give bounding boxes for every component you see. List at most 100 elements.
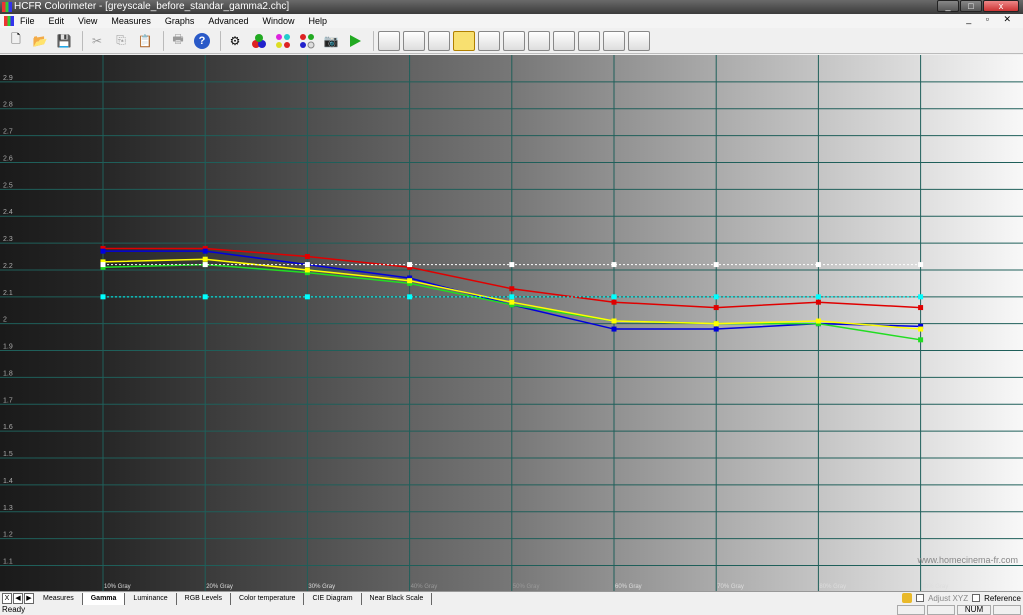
y-tick-label: 1.8 — [3, 370, 13, 377]
series-blue-point — [713, 326, 719, 332]
pattern-dots-icon[interactable] — [297, 31, 317, 51]
menu-advanced[interactable]: Advanced — [208, 16, 248, 26]
series-white-point — [202, 262, 208, 268]
document-icon[interactable] — [4, 16, 14, 26]
series-yellow-point — [202, 256, 208, 262]
tab-bar: X ◀ ▶ Measures Gamma Luminance RGB Level… — [0, 591, 1023, 605]
status-num: NUM — [957, 605, 991, 615]
series-cyan-point — [202, 294, 208, 300]
sensor-icon[interactable]: ⚙ — [225, 31, 245, 51]
tab-color-temperature[interactable]: Color temperature — [231, 592, 305, 605]
graph-saturation-icon[interactable] — [578, 30, 600, 51]
open-folder-icon[interactable]: 📂 — [30, 31, 50, 51]
y-tick-label: 2 — [3, 317, 7, 324]
paste-icon[interactable]: 📋 — [135, 31, 155, 51]
series-cyan-point — [918, 294, 924, 300]
tab-next-button[interactable]: ▶ — [24, 593, 34, 604]
series-red-point — [713, 305, 719, 311]
reference-checkbox[interactable] — [972, 594, 981, 602]
tab-measures[interactable]: Measures — [35, 592, 83, 605]
tab-luminance[interactable]: Luminance — [125, 592, 177, 605]
series-yellow-point — [611, 318, 617, 324]
y-tick-label: 1.6 — [3, 424, 13, 431]
tab-prev-button[interactable]: ◀ — [13, 593, 23, 604]
series-cyan-point — [611, 294, 617, 300]
series-red-point — [918, 305, 924, 311]
graph-temperature-icon[interactable] — [478, 30, 500, 51]
y-tick-label: 1.7 — [3, 397, 13, 404]
status-pane — [927, 605, 955, 615]
run-icon[interactable] — [345, 31, 365, 51]
series-white-point — [304, 262, 310, 268]
toolbar-separator — [373, 30, 374, 51]
title-bar: HCFR Colorimeter - [greyscale_before_sta… — [0, 0, 1023, 14]
graph-overview-icon[interactable] — [628, 30, 650, 51]
graph-near-black-icon[interactable] — [528, 30, 550, 51]
menu-edit[interactable]: Edit — [49, 16, 65, 26]
series-blue-point — [100, 248, 106, 254]
status-pane — [897, 605, 925, 615]
series-white-point — [918, 262, 924, 268]
series-yellow-point — [713, 321, 719, 327]
tab-gamma[interactable]: Gamma — [82, 592, 126, 605]
close-button[interactable]: x — [983, 0, 1019, 12]
gamma-graph: 1.1 1.2 1.3 1.4 1.5 1.6 1.7 1.8 1.9 2 2.1 2.2 2.3 2.4… — [0, 55, 1023, 591]
graph-measures-icon[interactable] — [603, 30, 625, 51]
graph-near-white-icon[interactable] — [553, 30, 575, 51]
menu-file[interactable]: File — [20, 16, 35, 26]
camera-icon[interactable]: 📷 — [321, 31, 341, 51]
y-tick-label: 2.5 — [3, 182, 13, 189]
graph-cie-icon[interactable] — [503, 30, 525, 51]
series-green-point — [918, 337, 924, 343]
minimize-button[interactable]: _ — [937, 0, 959, 12]
gamma-chart: 1.1 1.2 1.3 1.4 1.5 1.6 1.7 1.8 1.9 2 2.1 2.2 2.3 2.4… — [0, 55, 1023, 591]
rgb-dots-icon[interactable] — [249, 31, 269, 51]
color-dots-icon[interactable] — [273, 31, 293, 51]
x-tick-label: 50% Gray — [513, 584, 540, 590]
tab-rgb-levels[interactable]: RGB Levels — [177, 592, 232, 605]
series-white-point — [100, 262, 106, 268]
graph-gamma-icon[interactable] — [403, 30, 425, 51]
print-icon[interactable]: 🖶 — [168, 31, 188, 51]
series-blue-point — [202, 248, 208, 254]
menu-bar: File Edit View Measures Graphs Advanced … — [0, 14, 1023, 28]
save-icon[interactable]: 💾 — [54, 31, 74, 51]
menu-window[interactable]: Window — [262, 16, 294, 26]
app-icon — [2, 2, 12, 12]
adjust-xyz-checkbox[interactable] — [916, 594, 925, 602]
x-tick-label: 70% Gray — [717, 584, 744, 590]
graph-luminance-icon[interactable] — [378, 30, 400, 51]
menu-view[interactable]: View — [78, 16, 97, 26]
tab-near-black-scale[interactable]: Near Black Scale — [362, 592, 433, 605]
series-white-point — [611, 262, 617, 268]
watermark: www.homecinema-fr.com — [916, 555, 1018, 565]
toolbar-separator — [220, 30, 221, 51]
series-yellow-point — [918, 326, 924, 332]
graph-rgb-levels-icon[interactable] — [453, 30, 475, 51]
series-red-point — [304, 254, 310, 260]
y-tick-label: 2.6 — [3, 155, 13, 162]
series-red-point — [509, 286, 515, 292]
copy-icon[interactable]: ⎘ — [111, 31, 131, 51]
toolbar-separator — [163, 30, 164, 51]
series-white-point — [815, 262, 821, 268]
series-red-point — [815, 299, 821, 305]
new-file-icon[interactable]: 🗋 — [6, 31, 26, 51]
series-red-point — [611, 299, 617, 305]
tab-close-button[interactable]: X — [2, 593, 12, 604]
help-icon[interactable]: ? — [192, 31, 212, 51]
tab-cie-diagram[interactable]: CIE Diagram — [304, 592, 362, 605]
menu-graphs[interactable]: Graphs — [165, 16, 195, 26]
series-yellow-point — [304, 267, 310, 273]
maximize-button[interactable]: □ — [960, 0, 982, 12]
cut-icon[interactable]: ✂ — [87, 31, 107, 51]
menu-help[interactable]: Help — [308, 16, 327, 26]
y-tick-label: 1.3 — [3, 505, 13, 512]
series-cyan-point — [304, 294, 310, 300]
mdi-controls[interactable]: _ ▫ ✕ — [966, 14, 1017, 25]
y-tick-label: 2.7 — [3, 129, 13, 136]
toolbar: 🗋 📂 💾 ✂ ⎘ 📋 🖶 ? ⚙ 📷 — [0, 28, 1023, 54]
status-text: Ready — [2, 605, 26, 614]
menu-measures[interactable]: Measures — [111, 16, 151, 26]
graph-rgb-icon[interactable] — [428, 30, 450, 51]
